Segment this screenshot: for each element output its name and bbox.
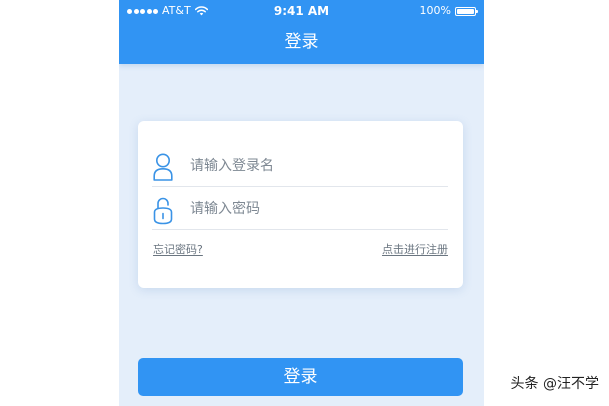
battery-cap (476, 9, 478, 13)
password-field-row (152, 188, 448, 230)
password-input[interactable] (190, 196, 440, 222)
page-title: 登录 (284, 32, 319, 52)
status-right: 100% (419, 4, 478, 18)
battery-fill (457, 8, 474, 14)
register-link[interactable]: 点击进行注册 (382, 243, 448, 257)
top-bar: AT&T 9:41 AM 100% 登录 (119, 0, 484, 64)
watermark-text: 头条 @汪不学 (510, 376, 599, 392)
phone-screen: AT&T 9:41 AM 100% 登录 请输入登录名 忘记密码? 点击进行注册… (119, 0, 484, 406)
battery-icon (455, 6, 478, 16)
user-icon (153, 153, 173, 181)
screenshot-canvas: AT&T 9:41 AM 100% 登录 请输入登录名 忘记密码? 点击进行注册… (0, 0, 609, 406)
login-button[interactable]: 登录 (138, 358, 463, 396)
username-input[interactable] (190, 153, 440, 179)
login-card: 忘记密码? 点击进行注册 (138, 121, 463, 288)
battery-percentage: 100% (419, 4, 451, 17)
username-field-row (152, 145, 448, 187)
status-bar: AT&T 9:41 AM 100% (119, 0, 484, 22)
forgot-password-link[interactable]: 忘记密码? (153, 243, 203, 257)
lock-icon (153, 197, 173, 225)
